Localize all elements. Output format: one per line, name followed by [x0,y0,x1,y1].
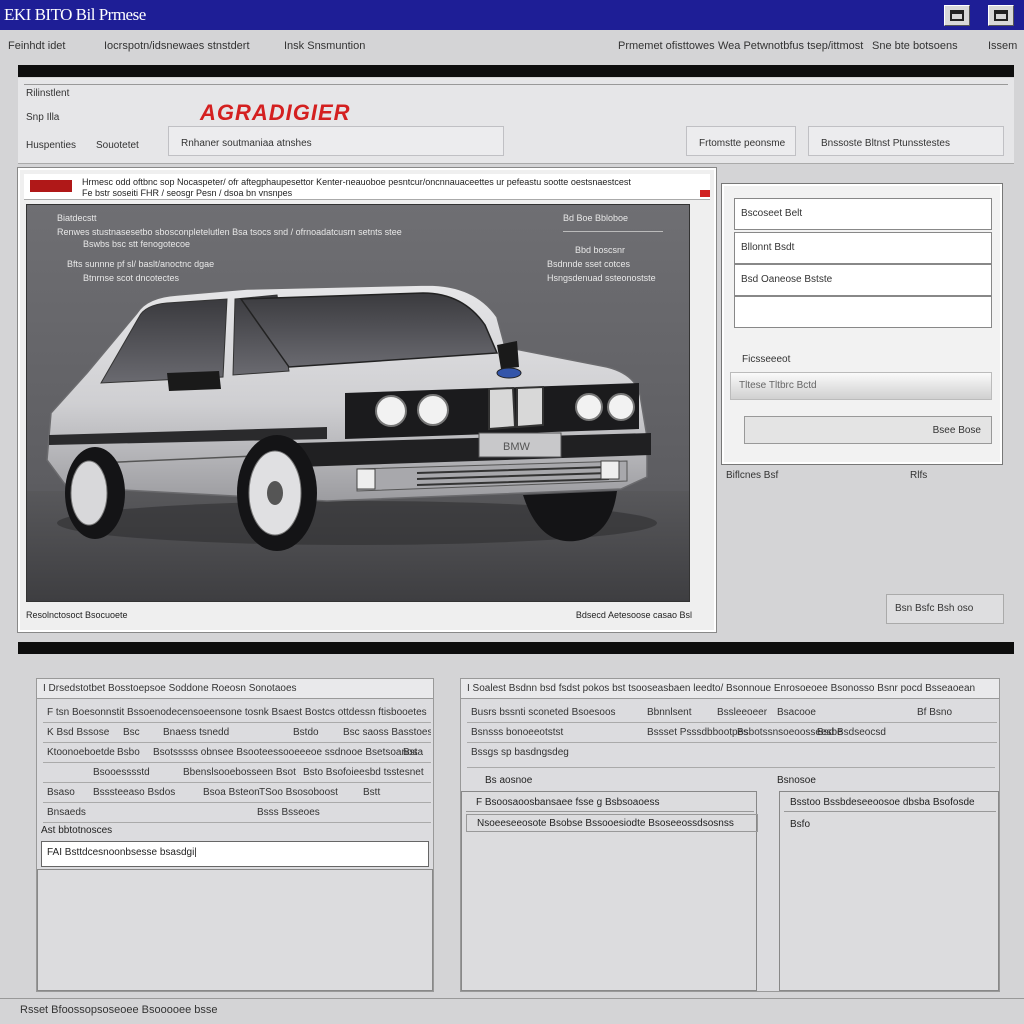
window-title: EKI BITO Bil Prmese [4,5,146,24]
panel-tab[interactable] [30,180,72,192]
info-field[interactable]: Bsd Oaneose Bstste [734,264,992,296]
header-rule [24,84,1008,85]
menu-item[interactable]: Sne bte botsoens [872,40,958,52]
panel-subtitle: Fe bstr soseiti FHR / seosgr Pesn / dsoa… [82,188,293,198]
apply-button[interactable]: Bsee Bose [744,416,992,444]
menu-item[interactable]: Wea Petwnotbfus tsep/ittmost [718,40,863,52]
status-text: Rsset Bfoossopsoseoee Bsooooee bsse [20,1004,218,1016]
form-header: I Soalest Bsdnn bsd fsdst pokos bst tsoo… [461,679,999,699]
header-button[interactable]: Frtomstte peonsme [686,126,796,156]
list-item[interactable]: Bsfo [784,816,824,834]
menu-item[interactable]: Iocrspotn/idsnewaes stnstdert [104,40,250,52]
panel-title-bar: Hrmesc odd oftbnc sop Nocaspeter/ ofr af… [24,174,710,200]
secondary-button[interactable]: Bsn Bsfc Bsh oso [886,594,1004,624]
brand-logo: AGRADIGIER [200,100,351,125]
info-field[interactable] [734,296,992,328]
header-label: Rilinstlent [26,88,70,99]
form-row: K Bsd Bssose Bsc Bnaess tsnedd Bstdo Bsc s… [43,723,431,743]
status-bar: Rsset Bfoossopsoseoee Bsooooee bsse [0,998,1024,1020]
list-item[interactable]: Nsoeeseeosote Bsobse Bssooesiodte Bsosee… [466,814,758,832]
form-header: I Drsedstotbet Bosstoepsoe Soddone Roeos… [37,679,433,699]
slider-label: Ficsseeeot [742,354,791,365]
app-header: Rilinstlent Snp Illa Huspenties Souotete… [18,78,1014,164]
list-item[interactable]: F Bsoosaoosbansaee fsse g Bsbsoaoess [466,794,754,812]
form-row: F tsn Boesonnstit Bssoenodecensoeensone t… [43,703,431,723]
svg-text:BMW: BMW [503,441,531,453]
header-label: Snp Illa [26,112,60,123]
column-label: Bs aosnoe [485,775,533,786]
adjust-slider[interactable]: Tltese Tltbrc Bctd [730,372,992,400]
top-divider [18,65,1014,77]
car-illustration: BMW [46,284,657,551]
restore-button[interactable] [944,5,970,26]
header-label: Huspenties [26,140,77,151]
close-icon [994,10,1008,21]
menu-item[interactable]: Prmemet ofisttowes [618,40,715,52]
form-row: Bssgs sp basdngsdeg [471,747,569,758]
info-field[interactable]: Bscoseet Belt [734,198,992,230]
info-caption: Biflcnes Bsf [726,470,779,481]
form-row: Bsooesssstd Bbenslsooebosseen Bsot Bsto B… [43,763,431,783]
command-input[interactable]: FAI Bsttdcesnoonbsesse bsasdgi| [41,841,429,867]
form-row: Ktoonoeboetde Bsbo Bsotsssss obnsee Bsoot… [43,743,431,763]
close-button[interactable] [988,5,1014,26]
info-caption: Rlfs [910,470,928,481]
parameters-form: I Soalest Bsdnn bsd fsdst pokos bst tsoo… [460,678,1000,992]
results-list[interactable] [37,869,433,991]
panel-title: Hrmesc odd oftbnc sop Nocaspeter/ ofr af… [82,177,631,187]
title-bar: EKI BITO Bil Prmese [0,0,1024,30]
viewport-footer: Bdsecd Aetesoose casao Bsl [575,610,692,620]
panel-close-icon[interactable] [700,190,710,197]
parameter-list-right[interactable]: Bsstoo Bssbdeseeoosoe dbsba Bsofosde Bsf… [779,791,999,991]
divider [467,767,995,768]
header-field[interactable]: Rnhaner soutmaniaa atnshes [168,126,504,156]
vehicle-viewer-panel: Hrmesc odd oftbnc sop Nocaspeter/ ofr af… [17,167,717,633]
header-label: Souotetet [96,140,139,151]
section-label: Ast bbtotnosces [41,825,113,836]
info-field[interactable]: Bllonnt Bsdt [734,232,992,264]
menu-item[interactable]: Insk Snsmuntion [284,40,365,52]
viewport-footer: Resolnctosoct Bsocuoete [26,610,128,620]
vehicle-info-panel: Bscoseet Belt Bllonnt Bsdt Bsd Oaneose B… [721,183,1003,465]
column-label: Bsnosoe [777,775,816,786]
diagnostics-form: I Drsedstotbet Bosstoepsoe Soddone Roeos… [36,678,434,992]
car-viewport[interactable]: Biatdecstt Renwes stustnasesetbo sboscon… [26,204,690,602]
header-button[interactable]: Bnssoste Bltnst Ptunsstestes [808,126,1004,156]
form-row: Bsnsss bonoeeotstst Bssset Psssdbbootpes … [467,723,997,743]
form-row: Bnsaeds Bsss Bsseoes [43,803,431,823]
parameter-list-left[interactable]: F Bsoosaoosbansaee fsse g Bsbsoaoess Nso… [461,791,758,991]
restore-icon [950,10,964,21]
menu-item[interactable]: Issem [988,40,1017,52]
mid-divider [18,642,1014,654]
form-row: Bsaso Bsssteeaso Bsdos Bsoa Bsteon TSoo Bs… [43,783,431,803]
menu-bar: Feinhdt idet Iocrspotn/idsnewaes stnstde… [0,33,1024,59]
form-row: Busrs bssnti sconeted Bsoesoos Bbnnlsent … [467,703,997,723]
menu-item[interactable]: Feinhdt idet [8,40,65,52]
list-item[interactable]: Bsstoo Bssbdeseeoosoe dbsba Bsofosde [784,794,996,812]
